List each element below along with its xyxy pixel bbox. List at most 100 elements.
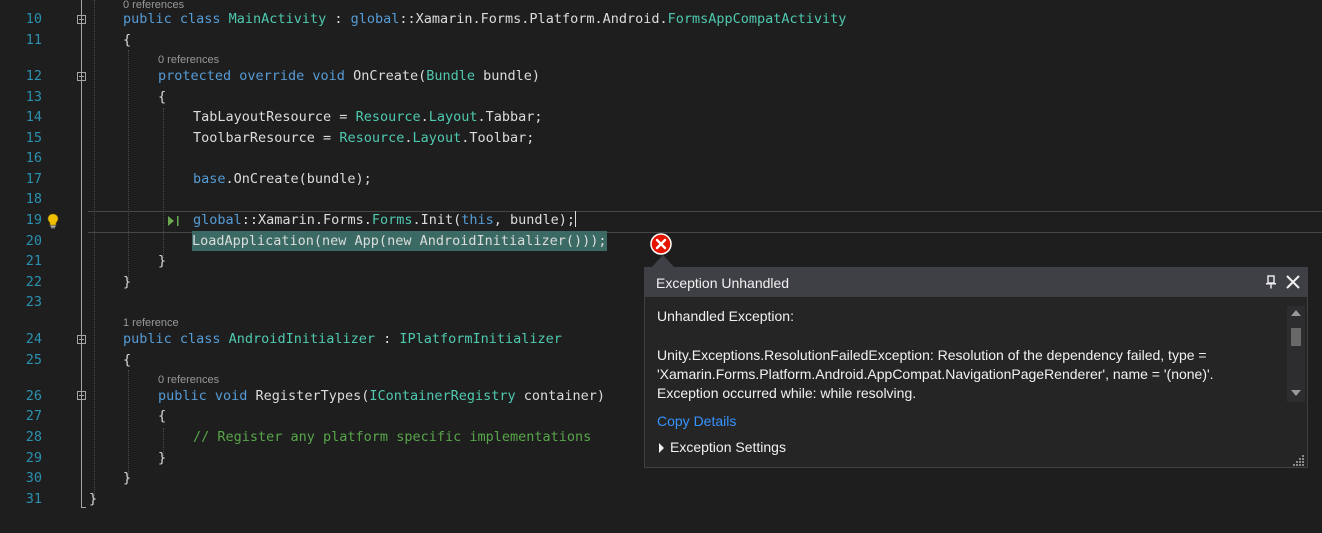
exception-line-highlight[interactable]: LoadApplication(new App(new AndroidIniti…: [192, 231, 607, 251]
exception-settings-label: Exception Settings: [670, 439, 786, 455]
line-number: 25: [25, 352, 42, 368]
code-line[interactable]: {: [158, 406, 166, 427]
code-token: ::Xamarin.Forms.: [241, 212, 372, 228]
code-line[interactable]: }: [158, 448, 166, 469]
collapse-toggle[interactable]: [77, 72, 86, 81]
code-token: AndroidInitializer: [228, 331, 375, 347]
line-number: 17: [25, 171, 42, 187]
codelens-references[interactable]: 1 reference: [123, 317, 179, 329]
code-token: IContainerRegistry: [369, 388, 516, 404]
code-token: .Init(: [412, 212, 462, 228]
exception-message-line: Exception occurred while: while resolvin…: [657, 385, 917, 401]
pin-icon[interactable]: [1264, 274, 1278, 290]
code-comment[interactable]: // Register any platform specific implem…: [193, 427, 591, 448]
code-token: :: [374, 331, 400, 347]
code-token: Layout: [428, 109, 478, 125]
copy-details-link[interactable]: Copy Details: [657, 413, 736, 429]
codelens-references[interactable]: 0 references: [158, 374, 219, 386]
code-line[interactable]: public class AndroidInitializer : IPlatf…: [123, 329, 562, 350]
lightbulb-icon[interactable]: [45, 213, 61, 229]
code-token: .: [420, 109, 429, 125]
expand-arrow-icon: [659, 443, 664, 453]
code-token: Resource: [339, 130, 405, 146]
collapse-toggle[interactable]: [77, 391, 86, 400]
popup-title: Exception Unhandled: [656, 275, 790, 291]
code-line[interactable]: }: [123, 468, 131, 489]
line-number: 10: [25, 11, 42, 27]
scroll-thumb[interactable]: [1291, 328, 1301, 346]
code-token: public class: [123, 11, 229, 27]
line-number: 11: [25, 32, 42, 48]
code-line[interactable]: public class MainActivity : global::Xama…: [123, 9, 846, 30]
code-token: RegisterTypes(: [255, 388, 370, 404]
exception-settings-toggle[interactable]: Exception Settings: [659, 439, 786, 455]
code-token: global: [350, 11, 400, 27]
line-number: 19: [25, 212, 42, 228]
close-icon[interactable]: [1285, 274, 1301, 290]
code-token: public void: [158, 388, 256, 404]
code-line[interactable]: ToolbarResource = Resource.Layout.Toolba…: [193, 128, 534, 149]
exception-heading: Unhandled Exception:: [657, 308, 794, 324]
popup-scrollbar[interactable]: [1287, 306, 1305, 402]
line-number: 26: [25, 388, 42, 404]
code-line[interactable]: {: [158, 87, 166, 108]
code-token: :: [326, 11, 351, 27]
code-line[interactable]: }: [158, 251, 166, 272]
code-token: Layout: [412, 130, 462, 146]
code-token: protected override void: [158, 68, 354, 84]
exception-popup: Exception Unhandled Unhandled Exception:…: [644, 267, 1308, 468]
code-line[interactable]: protected override void OnCreate(Bundle …: [158, 66, 540, 87]
code-token: Forms: [371, 212, 413, 228]
code-line[interactable]: public void RegisterTypes(IContainerRegi…: [158, 386, 605, 407]
scroll-up-icon[interactable]: [1291, 310, 1301, 316]
line-number: 27: [25, 408, 42, 424]
indent-guide: [94, 0, 95, 500]
scroll-down-icon[interactable]: [1291, 390, 1301, 396]
line-number: 13: [25, 89, 42, 105]
line-number: 22: [25, 274, 42, 290]
code-token: container): [515, 388, 606, 404]
line-number: 12: [25, 68, 42, 84]
line-number: 24: [25, 331, 42, 347]
popup-header: Exception Unhandled: [645, 268, 1307, 297]
line-number: 21: [25, 253, 42, 269]
code-token: , bundle);: [493, 212, 576, 228]
resize-grip-icon[interactable]: [1293, 454, 1305, 466]
code-token: Resource: [355, 109, 421, 125]
line-number: 30: [25, 470, 42, 486]
line-number: 20: [25, 233, 42, 249]
text-cursor: [575, 211, 577, 227]
code-token: Bundle: [426, 68, 476, 84]
code-token: ToolbarResource =: [193, 130, 340, 146]
line-number: 15: [25, 130, 42, 146]
line-number: 18: [25, 191, 42, 207]
line-number: 16: [25, 150, 42, 166]
collapse-toggle[interactable]: [77, 335, 86, 344]
code-line[interactable]: }: [123, 272, 131, 293]
collapse-toggle[interactable]: [77, 15, 86, 24]
indent-guide: [128, 50, 129, 280]
indent-guide: [128, 370, 129, 480]
code-token: .OnCreate(bundle);: [225, 171, 372, 187]
code-token: MainActivity: [228, 11, 327, 27]
code-token: FormsAppCompatActivity: [667, 11, 847, 27]
code-token: TabLayoutResource =: [193, 109, 356, 125]
line-number: 31: [25, 491, 42, 507]
code-line[interactable]: {: [123, 350, 131, 371]
code-token: base: [193, 171, 226, 187]
code-token: global: [193, 212, 242, 228]
code-line[interactable]: base.OnCreate(bundle);: [193, 169, 372, 190]
code-line[interactable]: global::Xamarin.Forms.Forms.Init(this, b…: [193, 210, 577, 231]
code-token: .Toolbar;: [461, 130, 535, 146]
code-line[interactable]: {: [123, 30, 131, 51]
code-token: OnCreate(: [353, 68, 427, 84]
line-number: 23: [25, 294, 42, 310]
exception-message-line: Unity.Exceptions.ResolutionFailedExcepti…: [657, 347, 1207, 363]
code-line[interactable]: TabLayoutResource = Resource.Layout.Tabb…: [193, 107, 543, 128]
next-statement-icon[interactable]: [167, 215, 181, 227]
codelens-references[interactable]: 0 references: [158, 54, 219, 66]
code-token: this: [461, 212, 494, 228]
code-line[interactable]: }: [89, 489, 97, 510]
line-number: 14: [25, 109, 42, 125]
code-token: ::Xamarin.Forms.Platform.Android.: [399, 11, 668, 27]
